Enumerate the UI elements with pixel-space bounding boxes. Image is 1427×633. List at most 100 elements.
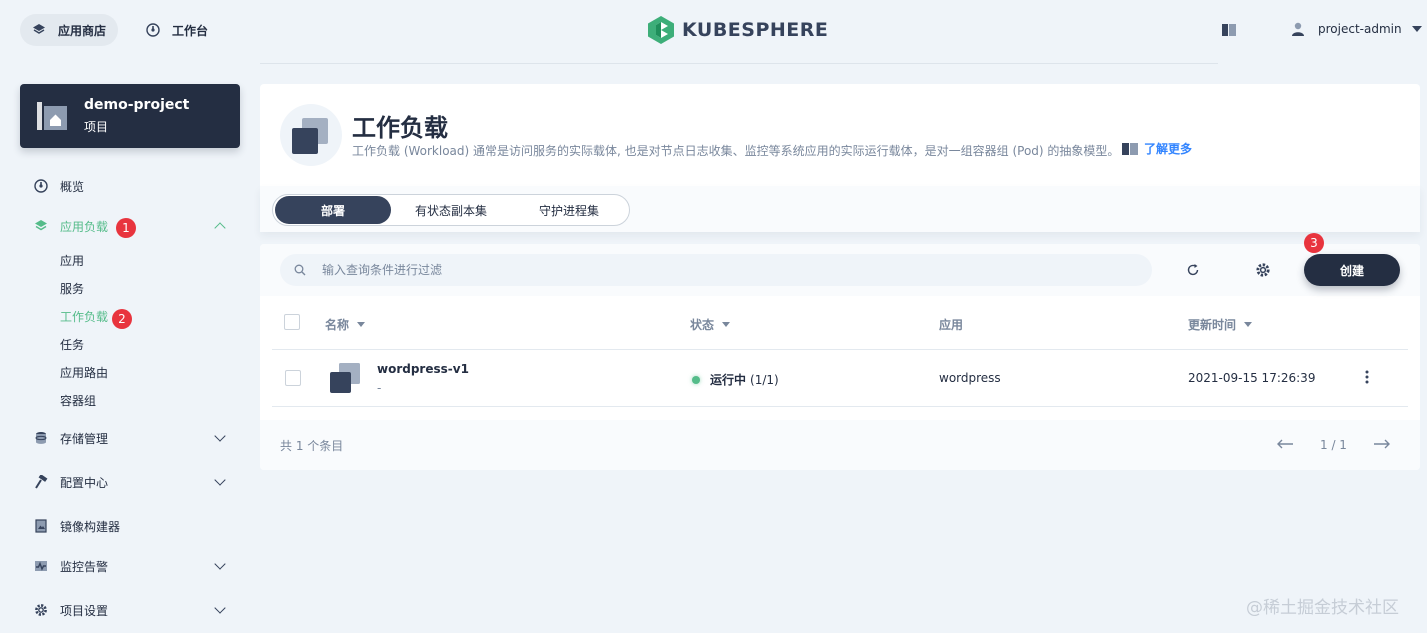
- storage-icon: [34, 431, 48, 445]
- next-page-icon[interactable]: [1373, 437, 1391, 453]
- gear-icon: [34, 603, 48, 617]
- app-cell: wordpress: [939, 371, 1001, 385]
- sidebar-subitem-routes[interactable]: 应用路由: [60, 363, 108, 381]
- page-header: 工作负载 工作负载 (Workload) 通常是访问服务的实际载体, 也是对节点…: [260, 84, 1420, 186]
- sidebar-item-storage[interactable]: 存储管理: [34, 428, 234, 448]
- search-input[interactable]: [322, 263, 1122, 277]
- prev-page-icon[interactable]: [1276, 437, 1294, 453]
- user-menu[interactable]: project-admin: [1292, 22, 1422, 36]
- column-header-name[interactable]: 名称: [325, 316, 366, 333]
- tab-deployments[interactable]: 部署: [275, 196, 391, 224]
- sidebar-item-overview[interactable]: 概览: [34, 176, 234, 196]
- refresh-icon[interactable]: [1186, 263, 1200, 277]
- app-store-button[interactable]: 应用商店: [20, 14, 119, 46]
- row-checkbox[interactable]: [285, 370, 301, 386]
- column-label: 更新时间: [1188, 318, 1237, 332]
- user-icon: [1292, 22, 1304, 36]
- sidebar-item-label: 项目设置: [60, 603, 109, 618]
- workload-name-link[interactable]: wordpress-v1: [377, 362, 469, 376]
- column-label: 状态: [690, 318, 715, 332]
- top-bar: 应用商店 工作台 KUBESPHERE project-admin: [0, 0, 1427, 64]
- deployment-icon: [329, 363, 361, 395]
- step-badge: 1: [116, 218, 136, 238]
- project-icon: [36, 100, 68, 132]
- column-label: 名称: [325, 318, 350, 332]
- step-badge: 2: [112, 309, 132, 329]
- sidebar-subitem-jobs[interactable]: 任务: [60, 335, 84, 353]
- logo-text: KUBESPHERE: [682, 19, 829, 41]
- sidebar-subitem-apps[interactable]: 应用: [60, 251, 84, 269]
- column-header-app: 应用: [939, 316, 963, 333]
- step-badge: 3: [1304, 233, 1324, 253]
- sidebar-item-monitoring[interactable]: 监控告警: [34, 556, 234, 576]
- page-indicator: 1 / 1: [1320, 438, 1347, 452]
- gear-icon[interactable]: [1255, 262, 1271, 278]
- chevron-down-icon[interactable]: [214, 558, 226, 570]
- workload-type-tabs: 部署 有状态副本集 守护进程集: [272, 194, 630, 226]
- sidebar-subitem-services[interactable]: 服务: [60, 279, 84, 297]
- sidebar-item-label: 监控告警: [60, 559, 109, 574]
- chevron-down-icon[interactable]: [214, 474, 226, 486]
- dashboard-icon: [34, 179, 48, 193]
- table-footer: 共 1 个条目 1 / 1: [260, 420, 1420, 470]
- column-header-updated[interactable]: 更新时间: [1188, 316, 1253, 333]
- book-icon[interactable]: [1222, 24, 1236, 36]
- chevron-down-icon[interactable]: [214, 602, 226, 614]
- total-count: 共 1 个条目: [280, 439, 344, 453]
- username: project-admin: [1318, 22, 1402, 36]
- table-header: 名称 状态 应用 更新时间: [272, 296, 1408, 350]
- chevron-down-icon[interactable]: [214, 430, 226, 442]
- table-row[interactable]: wordpress-v1 - 运行中 (1/1) wordpress 2021-…: [272, 350, 1408, 407]
- workload-description: -: [377, 381, 382, 395]
- sidebar-item-label: 镜像构建器: [60, 519, 121, 534]
- sidebar-item-label: 应用负载: [60, 219, 109, 234]
- replica-count: (1/1): [750, 372, 779, 387]
- workbench-button[interactable]: 工作台: [134, 14, 220, 46]
- sidebar-item-label: 存储管理: [60, 431, 109, 446]
- learn-more-link[interactable]: 了解更多: [1122, 140, 1192, 157]
- select-all-checkbox[interactable]: [284, 314, 300, 330]
- sidebar-subitem-workloads[interactable]: 工作负载: [60, 307, 108, 325]
- kubesphere-logo[interactable]: KUBESPHERE: [648, 16, 828, 44]
- hammer-icon: [34, 474, 48, 489]
- chevron-down-icon: [1411, 26, 1422, 32]
- divider: [260, 63, 1218, 64]
- column-header-status[interactable]: 状态: [690, 316, 731, 333]
- tab-statefulsets[interactable]: 有状态副本集: [391, 196, 511, 224]
- status-label: 运行中: [710, 373, 747, 387]
- page-title: 工作负载: [352, 114, 448, 142]
- page-description: 工作负载 (Workload) 通常是访问服务的实际载体, 也是对节点日志收集、…: [352, 144, 1120, 158]
- image-builder-icon: [34, 519, 48, 533]
- layers-icon: [32, 23, 46, 37]
- sidebar-item-config[interactable]: 配置中心: [34, 472, 234, 492]
- sidebar-item-image-builder[interactable]: 镜像构建器: [34, 516, 234, 536]
- column-label: 应用: [939, 318, 964, 332]
- status-cell: 运行中 (1/1): [692, 371, 779, 388]
- learn-more-label: 了解更多: [1144, 142, 1193, 156]
- book-icon: [1122, 142, 1138, 155]
- tabs-bar: 部署 有状态副本集 守护进程集: [260, 186, 1420, 232]
- project-card[interactable]: demo-project 项目: [20, 84, 240, 148]
- project-name: demo-project: [84, 97, 190, 113]
- sidebar-item-label: 配置中心: [60, 475, 109, 490]
- pagination: 1 / 1: [1276, 437, 1391, 453]
- search-box[interactable]: [280, 254, 1152, 286]
- table-toolbar: 创建: [260, 244, 1420, 296]
- sidebar-subitem-pods[interactable]: 容器组: [60, 391, 96, 409]
- more-icon[interactable]: [1362, 369, 1372, 385]
- status-dot-icon: [692, 375, 700, 384]
- updated-time: 2021-09-15 17:26:39: [1188, 371, 1316, 385]
- create-button[interactable]: 创建: [1304, 254, 1400, 286]
- dashboard-icon: [146, 23, 160, 37]
- sort-icon: [1244, 322, 1253, 327]
- sort-icon: [722, 322, 731, 327]
- chevron-up-icon[interactable]: [214, 222, 226, 234]
- sidebar-item-label: 概览: [60, 179, 85, 194]
- monitor-icon: [34, 559, 48, 573]
- workload-icon: [280, 104, 342, 166]
- tab-daemonsets[interactable]: 守护进程集: [511, 196, 627, 224]
- watermark: @稀土掘金技术社区: [1246, 598, 1399, 618]
- workbench-label: 工作台: [172, 23, 209, 38]
- sidebar-item-project-settings[interactable]: 项目设置: [34, 600, 234, 620]
- search-icon: [294, 264, 306, 276]
